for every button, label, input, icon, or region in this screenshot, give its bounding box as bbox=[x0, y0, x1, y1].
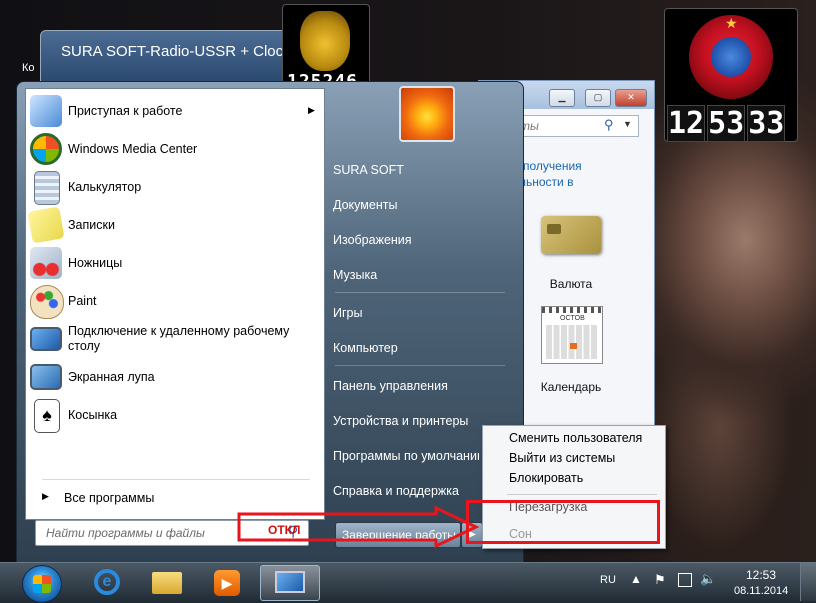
explorer-folder-icon bbox=[152, 572, 182, 594]
calendar-icon[interactable]: OCTOB bbox=[541, 306, 603, 364]
calendar-month: OCTOB bbox=[560, 315, 585, 322]
programs-pane: Приступая к работе ▶ Windows Media Cente… bbox=[25, 88, 325, 520]
online-gadgets-link-line2[interactable]: льности в bbox=[519, 175, 573, 189]
chevron-up-icon[interactable]: ▲ bbox=[630, 572, 642, 586]
taskbar-explorer-button[interactable] bbox=[140, 565, 192, 599]
right-item-default-programs[interactable]: Программы по умолчанию bbox=[333, 444, 479, 468]
right-item-computer[interactable]: Компьютер bbox=[333, 336, 513, 360]
language-indicator[interactable]: RU bbox=[600, 574, 616, 586]
annotation-highlight-box bbox=[466, 500, 660, 544]
scissors-icon bbox=[30, 247, 62, 279]
calculator-icon bbox=[34, 171, 60, 205]
right-item-help[interactable]: Справка и поддержка bbox=[333, 479, 479, 503]
volume-icon[interactable]: 🔈 bbox=[700, 571, 716, 587]
program-label: Экранная лупа bbox=[68, 369, 155, 384]
right-item-documents[interactable]: Документы bbox=[333, 193, 513, 217]
desktop-icon-label[interactable]: Ко bbox=[22, 62, 35, 74]
ussr-emblem-icon: ★ bbox=[689, 15, 773, 99]
program-label: Подключение к удаленному рабочему столу bbox=[68, 324, 290, 353]
remote-desktop-icon bbox=[30, 327, 62, 351]
right-separator bbox=[335, 292, 505, 293]
right-item-pictures[interactable]: Изображения bbox=[333, 228, 513, 252]
getting-started-icon bbox=[30, 95, 62, 127]
submenu-arrow-icon: ▶ bbox=[308, 105, 315, 115]
start-search-placeholder: Найти программы и файлы bbox=[46, 526, 205, 540]
media-center-icon bbox=[30, 133, 62, 165]
submenu-separator bbox=[507, 494, 657, 495]
right-item-control-panel[interactable]: Панель управления bbox=[333, 374, 513, 398]
coat-of-arms-icon bbox=[300, 11, 350, 71]
windows-logo-icon bbox=[33, 575, 51, 593]
right-item-games[interactable]: Игры bbox=[333, 301, 513, 325]
action-center-flag-icon[interactable]: ⚑ bbox=[654, 572, 666, 588]
menu-item-lock[interactable]: Блокировать bbox=[509, 471, 583, 485]
annotation-label: ОТКЛ bbox=[268, 523, 301, 537]
clock-seconds: 33 bbox=[747, 105, 786, 142]
gadget-name-calendar: Календарь bbox=[540, 380, 602, 394]
program-label: Windows Media Center bbox=[68, 141, 198, 156]
minimize-button[interactable]: ▁ bbox=[549, 89, 575, 107]
online-gadgets-link-line1[interactable]: получения bbox=[523, 159, 582, 173]
clock-time[interactable]: 12:53 bbox=[746, 568, 776, 582]
maximize-button[interactable]: ▢ bbox=[585, 89, 611, 107]
right-item-user[interactable]: SURA SOFT bbox=[333, 158, 513, 182]
program-label: Paint bbox=[68, 293, 97, 308]
chip-icon bbox=[547, 224, 561, 234]
solitaire-icon: ♠ bbox=[34, 399, 60, 433]
program-label: Записки bbox=[68, 217, 115, 232]
currency-icon[interactable] bbox=[541, 216, 601, 254]
program-item-sticky-notes[interactable]: Записки bbox=[27, 206, 318, 244]
media-player-icon: ▶ bbox=[214, 570, 240, 596]
internet-explorer-icon: e bbox=[94, 569, 120, 595]
programs-divider bbox=[42, 479, 310, 480]
program-label: Ножницы bbox=[68, 255, 123, 270]
user-avatar[interactable] bbox=[399, 86, 455, 142]
clock-gadget-large[interactable]: ★ 12 53 33 bbox=[664, 8, 798, 142]
calendar-rings bbox=[542, 307, 602, 313]
calendar-grid bbox=[546, 325, 598, 359]
clock-date[interactable]: 08.11.2014 bbox=[734, 585, 788, 597]
search-icon[interactable]: ⚲ bbox=[604, 117, 614, 133]
program-item-magnifier[interactable]: Экранная лупа bbox=[30, 359, 318, 395]
all-programs-arrow-icon: ▶ bbox=[42, 491, 49, 501]
start-menu[interactable]: Приступая к работе ▶ Windows Media Cente… bbox=[16, 81, 524, 563]
clock-gadget-small[interactable]: 125246 bbox=[282, 4, 370, 92]
taskbar-media-button[interactable]: ▶ bbox=[200, 565, 252, 599]
menu-item-switch-user[interactable]: Сменить пользователя bbox=[509, 431, 642, 445]
program-label: Калькулятор bbox=[68, 179, 142, 194]
program-item-remote-desktop[interactable]: Подключение к удаленному рабочему столу bbox=[30, 321, 318, 357]
all-programs-label: Все программы bbox=[64, 491, 155, 505]
right-separator bbox=[335, 365, 505, 366]
background-window-title: SURA SOFT-Radio-USSR + Cloc bbox=[61, 43, 284, 60]
program-item-snipping-tool[interactable]: Ножницы bbox=[30, 245, 318, 281]
program-item-media-center[interactable]: Windows Media Center bbox=[30, 131, 318, 167]
network-icon[interactable] bbox=[678, 573, 692, 587]
sticky-notes-icon bbox=[27, 206, 65, 244]
clock-minutes: 53 bbox=[707, 105, 746, 142]
taskbar-ie-button[interactable]: e bbox=[82, 565, 134, 599]
taskbar-active-window-button[interactable] bbox=[260, 565, 320, 601]
program-item-calculator[interactable]: Калькулятор bbox=[30, 169, 318, 205]
close-button[interactable]: ✕ bbox=[615, 89, 647, 107]
menu-item-log-off[interactable]: Выйти из системы bbox=[509, 451, 615, 465]
paint-icon bbox=[30, 285, 64, 319]
program-item-solitaire[interactable]: ♠ Косынка bbox=[30, 397, 318, 433]
gadget-name-currency: Валюта bbox=[549, 277, 593, 291]
chevron-down-icon[interactable]: ▼ bbox=[623, 119, 632, 129]
clock-hours: 12 bbox=[667, 105, 706, 142]
show-desktop-button[interactable] bbox=[800, 563, 816, 601]
calendar-today-marker bbox=[570, 343, 577, 349]
program-item-getting-started[interactable]: Приступая к работе ▶ bbox=[30, 93, 318, 129]
start-button[interactable] bbox=[22, 565, 62, 603]
program-label: Приступая к работе bbox=[68, 103, 183, 118]
star-icon: ★ bbox=[725, 15, 738, 31]
large-clock-digits: 12 53 33 bbox=[667, 105, 787, 142]
remote-app-icon bbox=[275, 571, 305, 593]
program-item-paint[interactable]: Paint bbox=[30, 283, 318, 319]
right-item-music[interactable]: Музыка bbox=[333, 263, 513, 287]
magnifier-icon bbox=[30, 364, 62, 390]
globe-icon bbox=[711, 37, 751, 77]
program-label: Косынка bbox=[68, 407, 118, 422]
